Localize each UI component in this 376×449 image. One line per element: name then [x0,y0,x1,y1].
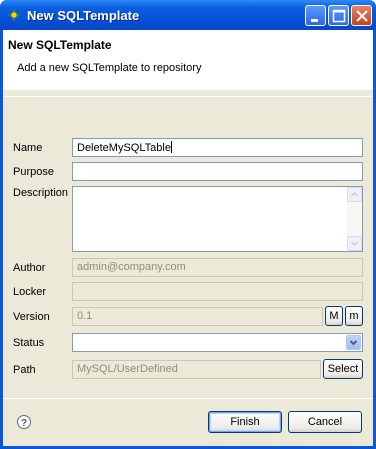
minor-version-button[interactable]: m [345,306,363,326]
wizard-header: New SQLTemplate Add a new SQLTemplate to… [3,30,373,90]
author-label: Author [13,262,46,274]
header-subtitle: Add a new SQLTemplate to repository [17,62,202,74]
title-bar[interactable]: New SQLTemplate [0,0,376,30]
svg-text:?: ? [21,418,27,429]
header-title: New SQLTemplate [8,38,112,52]
description-scrollbar[interactable] [347,187,362,251]
description-textarea[interactable] [72,186,363,252]
maximize-button[interactable] [328,5,349,26]
minimize-button[interactable] [305,5,326,26]
window-title: New SQLTemplate [27,8,140,23]
scroll-up-button[interactable] [347,187,362,202]
purpose-label: Purpose [13,166,54,178]
chevron-down-icon [350,241,359,247]
close-button[interactable] [351,5,372,26]
sql-template-icon [7,8,21,22]
minimize-icon [311,19,318,22]
name-field[interactable]: DeleteMySQLTable [72,138,363,157]
path-label: Path [13,364,36,376]
close-icon [356,10,368,22]
name-value: DeleteMySQLTable [77,142,171,154]
description-label: Description [13,187,69,199]
name-label: Name [13,142,43,154]
chevron-up-icon [350,191,359,197]
major-version-button[interactable]: M [325,306,343,326]
status-label: Status [13,337,45,349]
footer-divider [3,398,373,399]
dialog-body: New SQLTemplate Add a new SQLTemplate to… [3,30,373,446]
author-field: admin@company.com [72,258,363,277]
help-icon[interactable]: ? [16,414,32,430]
status-select[interactable] [72,333,363,352]
locker-label: Locker [13,286,47,298]
scroll-down-button[interactable] [347,236,362,251]
version-field: 0.1 [72,307,323,326]
chevron-down-icon [349,340,358,346]
select-path-button[interactable]: Select [323,359,363,379]
version-label: Version [13,311,50,323]
maximize-icon [332,9,346,23]
purpose-field[interactable] [72,162,363,181]
text-cursor [170,141,172,153]
path-field: MySQL/UserDefined [72,360,321,379]
cancel-button[interactable]: Cancel [288,411,362,433]
dialog-window: New SQLTemplate New SQLTemplate Add a ne… [0,0,376,449]
template-form: Name DeleteMySQLTable Purpose Descriptio… [3,97,373,397]
finish-button[interactable]: Finish [208,411,282,433]
status-dropdown-button[interactable] [346,335,361,350]
locker-field [72,282,363,301]
